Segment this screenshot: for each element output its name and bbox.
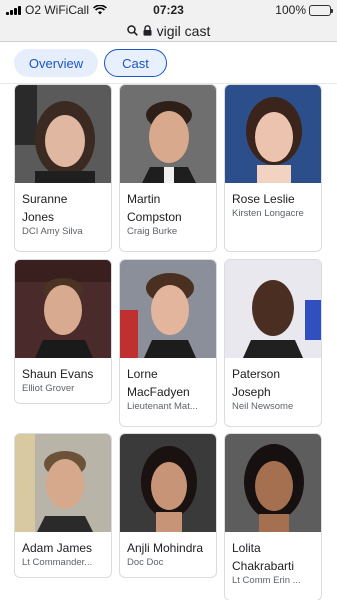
character-name: Kirsten Longacre xyxy=(232,208,304,219)
cast-card[interactable]: Lolita Chakrabarti Lt Comm Erin ... xyxy=(224,433,322,600)
actor-photo xyxy=(120,434,216,532)
cast-card[interactable]: Rose Leslie Kirsten Longacre xyxy=(224,84,322,252)
actor-photo xyxy=(225,434,321,532)
tab-cast[interactable]: Cast xyxy=(104,49,167,77)
status-bar: O2 WiFiCall 07:23 100% xyxy=(0,0,337,20)
character-name: Lieutenant Mat... xyxy=(127,401,198,412)
character-name: DCI Amy Silva xyxy=(22,226,83,237)
battery-percent: 100% xyxy=(275,3,306,17)
actor-name: Paterson Joseph xyxy=(232,367,281,399)
actor-photo xyxy=(15,85,111,183)
actor-name: Rose Leslie xyxy=(232,192,295,206)
actor-name: Lolita Chakrabarti xyxy=(232,541,295,573)
actor-photo xyxy=(225,260,321,358)
search-icon xyxy=(126,25,138,36)
actor-name: Lorne MacFadyen xyxy=(127,367,190,399)
cast-card[interactable]: Martin Compston Craig Burke xyxy=(119,84,217,252)
cast-card[interactable]: Paterson Joseph Neil Newsome xyxy=(224,259,322,427)
actor-name: Adam James xyxy=(22,541,93,555)
actor-name: Shaun Evans xyxy=(22,367,94,381)
actor-photo xyxy=(225,85,321,183)
url-query: vigil cast xyxy=(156,22,211,39)
character-name: Lt Commander... xyxy=(22,557,93,568)
actor-name: Anjli Mohindra xyxy=(127,541,204,555)
actor-photo xyxy=(15,260,111,358)
actor-photo xyxy=(15,434,111,532)
character-name: Elliot Grover xyxy=(22,383,75,394)
cast-card[interactable]: Lorne MacFadyen Lieutenant Mat... xyxy=(119,259,217,427)
tab-overview[interactable]: Overview xyxy=(14,49,98,77)
lock-icon xyxy=(143,25,152,36)
actor-name: Martin Compston xyxy=(127,192,182,224)
address-bar[interactable]: vigil cast xyxy=(0,20,337,42)
cast-card[interactable]: Shaun Evans Elliot Grover xyxy=(14,259,112,404)
cast-card[interactable]: Anjli Mohindra Doc Doc xyxy=(119,433,217,578)
battery-group: 100% xyxy=(275,3,333,17)
character-name: Craig Burke xyxy=(127,226,178,237)
actor-photo xyxy=(120,260,216,358)
cast-card[interactable]: Suranne Jones DCI Amy Silva xyxy=(14,84,112,252)
character-name: Lt Comm Erin ... xyxy=(232,575,301,586)
character-name: Neil Newsome xyxy=(232,401,294,412)
actor-photo xyxy=(120,85,216,183)
cast-card[interactable]: Adam James Lt Commander... xyxy=(14,433,112,578)
battery-icon xyxy=(309,4,333,16)
tab-bar: Overview Cast xyxy=(0,42,337,84)
character-name: Doc Doc xyxy=(127,557,164,568)
actor-name: Suranne Jones xyxy=(22,192,68,224)
